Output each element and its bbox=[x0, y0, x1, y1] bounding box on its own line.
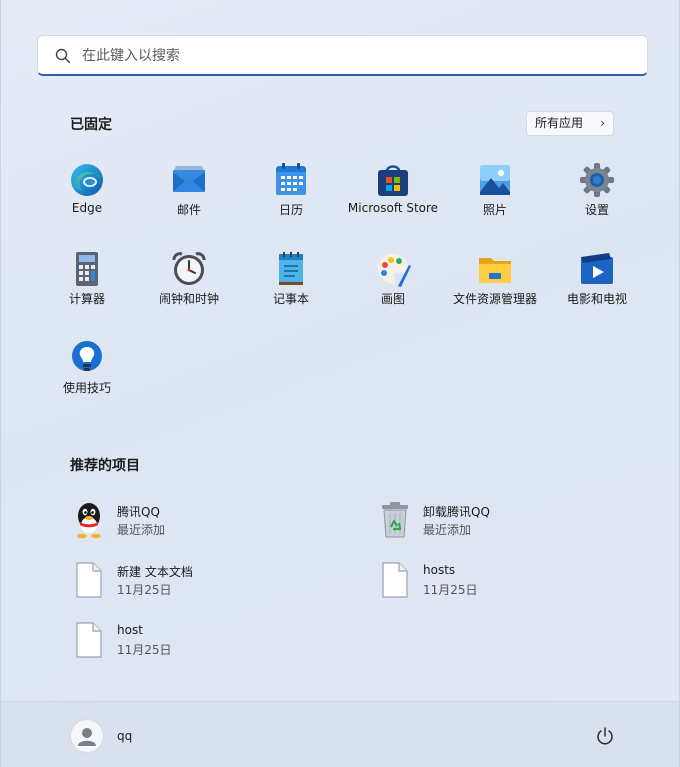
recommended-item-host[interactable]: host 11月25日 bbox=[72, 621, 352, 667]
recommended-item-name: 腾讯QQ bbox=[117, 505, 160, 519]
pinned-app-settings[interactable]: 设置 bbox=[546, 162, 648, 242]
pinned-app-store[interactable]: Microsoft Store bbox=[342, 162, 444, 242]
recycle-bin-icon bbox=[382, 502, 408, 538]
avatar[interactable] bbox=[70, 719, 104, 753]
calculator-icon bbox=[76, 252, 98, 286]
pinned-app-calendar[interactable]: 日历 bbox=[240, 162, 342, 242]
pinned-app-calculator[interactable]: 计算器 bbox=[36, 251, 138, 331]
recommended-item-hosts[interactable]: hosts 11月25日 bbox=[378, 561, 658, 607]
recommended-item-qq[interactable]: 腾讯QQ 最近添加 bbox=[72, 501, 352, 547]
pinned-app-movies[interactable]: 电影和电视 bbox=[546, 251, 648, 331]
mail-icon bbox=[173, 166, 205, 192]
search-icon bbox=[55, 48, 71, 64]
start-menu: 已固定 所有应用 › Edge bbox=[0, 0, 680, 767]
all-apps-label: 所有应用 bbox=[535, 116, 584, 130]
gear-icon bbox=[580, 163, 614, 197]
recommended-item-new-text-doc[interactable]: 新建 文本文档 11月25日 bbox=[72, 561, 352, 607]
file-icon bbox=[76, 562, 102, 598]
recommended-item-name: host bbox=[117, 623, 143, 637]
tips-lightbulb-icon bbox=[72, 341, 102, 371]
username[interactable]: qq bbox=[117, 729, 132, 743]
pinned-app-label: 设置 bbox=[584, 203, 609, 217]
recommended-item-subtitle: 11月25日 bbox=[117, 643, 172, 657]
recommended-item-name: 卸载腾讯QQ bbox=[423, 505, 490, 519]
search-input[interactable] bbox=[82, 44, 622, 68]
user-icon bbox=[78, 728, 96, 746]
photos-icon bbox=[480, 165, 510, 195]
search-box[interactable] bbox=[37, 35, 648, 76]
start-footer: qq bbox=[1, 701, 679, 767]
recommended-item-name: 新建 文本文档 bbox=[117, 565, 193, 579]
pinned-app-tips[interactable]: 使用技巧 bbox=[36, 340, 138, 420]
paint-palette-icon bbox=[377, 254, 411, 287]
store-icon bbox=[378, 165, 408, 196]
pinned-title: 已固定 bbox=[70, 117, 112, 133]
pinned-app-label: 电影和电视 bbox=[566, 292, 627, 306]
recommended-title: 推荐的项目 bbox=[70, 458, 140, 474]
chevron-right-icon: › bbox=[600, 116, 605, 130]
alarm-clock-icon bbox=[172, 252, 206, 285]
pinned-app-file-explorer[interactable]: 文件资源管理器 bbox=[444, 251, 546, 331]
pinned-app-paint[interactable]: 画图 bbox=[342, 251, 444, 331]
edge-icon bbox=[71, 164, 103, 196]
pinned-app-edge[interactable]: Edge bbox=[36, 162, 138, 242]
recommended-item-uninstall-qq[interactable]: 卸载腾讯QQ 最近添加 bbox=[378, 501, 658, 547]
recommended-item-subtitle: 11月25日 bbox=[117, 583, 172, 597]
pinned-app-alarms[interactable]: 闹钟和时钟 bbox=[138, 251, 240, 331]
recommended-item-subtitle: 最近添加 bbox=[423, 523, 472, 537]
pinned-app-mail[interactable]: 邮件 bbox=[138, 162, 240, 242]
pinned-app-photos[interactable]: 照片 bbox=[444, 162, 546, 242]
file-icon bbox=[382, 562, 408, 598]
calendar-icon bbox=[276, 163, 306, 195]
all-apps-button[interactable]: 所有应用 › bbox=[526, 111, 614, 136]
file-icon bbox=[76, 622, 102, 658]
pinned-app-notepad[interactable]: 记事本 bbox=[240, 251, 342, 331]
recommended-item-subtitle: 最近添加 bbox=[117, 523, 166, 537]
pinned-app-label: 使用技巧 bbox=[62, 381, 111, 395]
notepad-icon bbox=[279, 252, 303, 285]
folder-icon bbox=[479, 258, 511, 283]
movies-icon bbox=[581, 253, 613, 284]
power-icon[interactable] bbox=[595, 726, 615, 746]
recommended-item-subtitle: 11月25日 bbox=[423, 583, 478, 597]
recommended-item-name: hosts bbox=[423, 563, 456, 577]
qq-penguin-icon bbox=[77, 503, 101, 539]
